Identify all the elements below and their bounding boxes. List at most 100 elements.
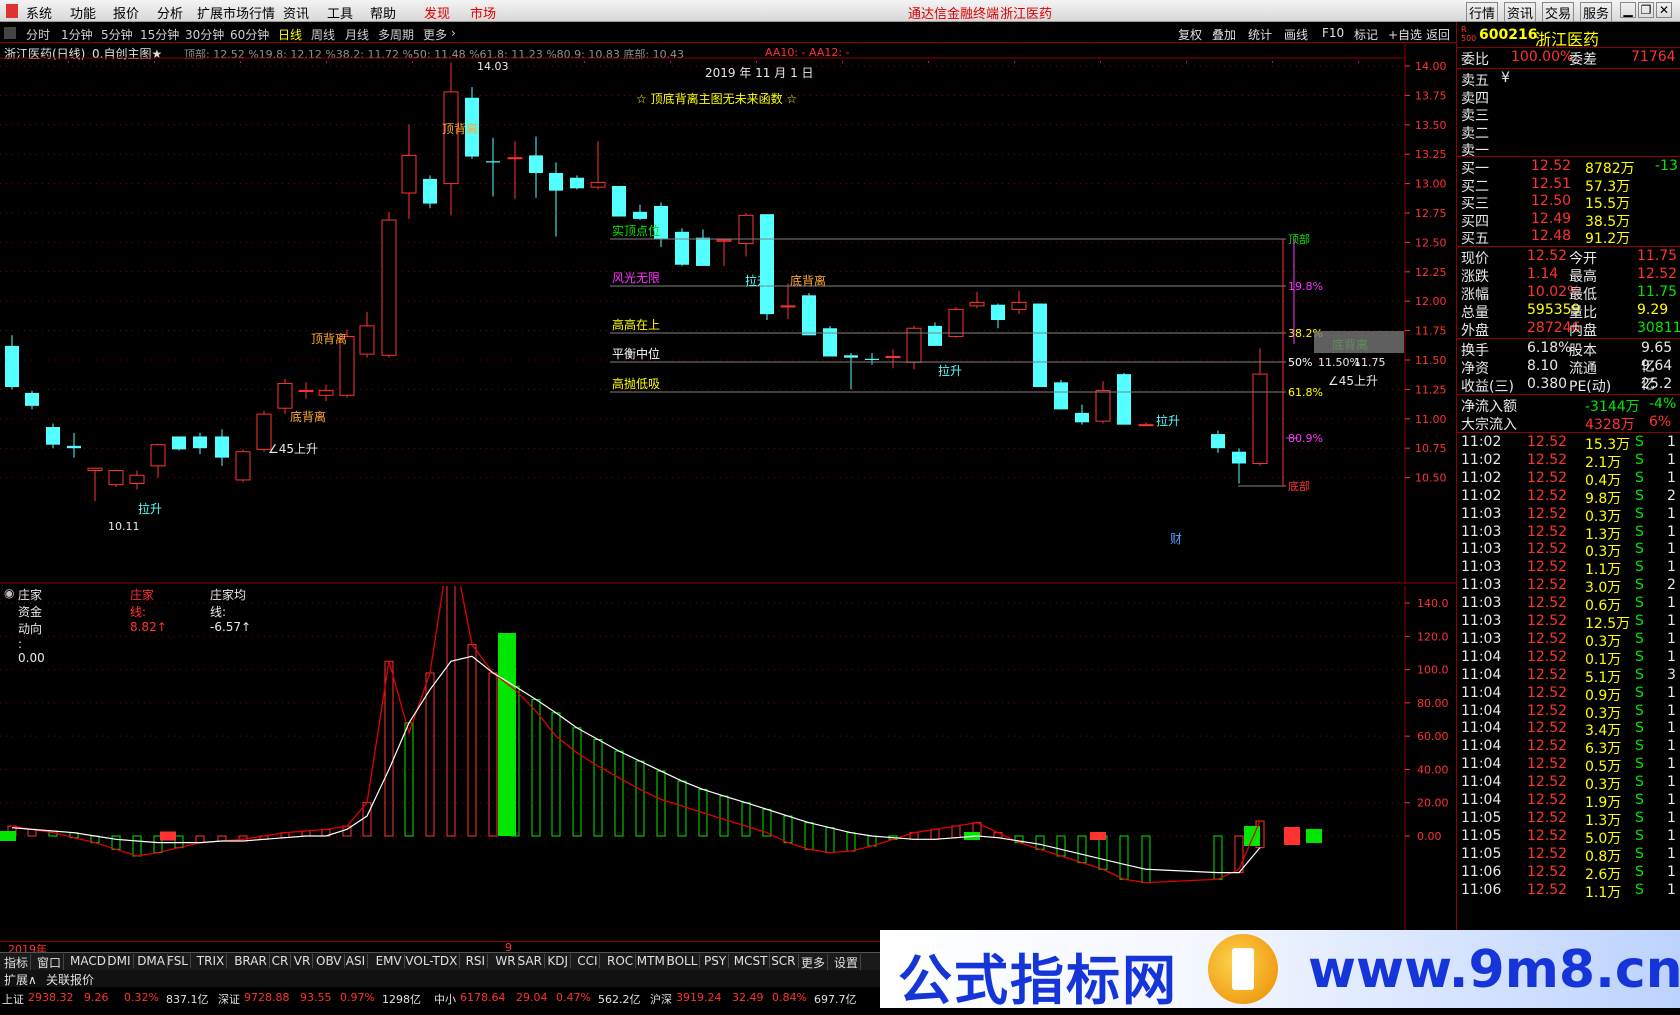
tool-fuquan[interactable]: 复权 xyxy=(1178,26,1202,43)
minimize-icon[interactable]: ▁ xyxy=(1620,2,1636,18)
indicator-tab-21[interactable]: BOLL xyxy=(665,954,701,968)
tick-time: 11:03 xyxy=(1461,541,1502,558)
index-name[interactable]: 深证 xyxy=(218,991,240,1007)
period-tab-more[interactable]: 更多 xyxy=(423,26,447,43)
indicator-tab-0[interactable]: 指标 xyxy=(2,954,32,971)
indicator-tab-4[interactable]: DMA xyxy=(135,954,168,968)
indicator-tab-18[interactable]: CCI xyxy=(575,954,601,968)
bid-price: 12.48 xyxy=(1531,228,1572,244)
tool-draw[interactable]: 画线 xyxy=(1284,26,1308,43)
period-tab-weekly[interactable]: 周线 xyxy=(311,26,335,43)
tool-mark[interactable]: 标记 xyxy=(1354,26,1378,43)
menu-item-news[interactable]: 资讯 xyxy=(283,3,309,22)
indicator-tab-6[interactable]: TRIX xyxy=(195,954,228,968)
close-icon[interactable]: ✕ xyxy=(1656,2,1672,18)
indicator-tab-25[interactable]: 更多 xyxy=(799,954,829,971)
period-tab-15min[interactable]: 15分钟 xyxy=(140,26,179,43)
index-pct: 0.32% xyxy=(124,991,159,1004)
tick-row: 11:05 12.52 5.0万 S 1 xyxy=(1457,828,1680,847)
period-tab-multi[interactable]: 多周期 xyxy=(378,26,414,43)
tick-side: S xyxy=(1635,720,1644,737)
top-btn-market[interactable]: 行情 xyxy=(1466,2,1499,23)
indicator-tab-8[interactable]: CR xyxy=(270,954,292,968)
price-tick-label: 12.25 xyxy=(1415,266,1447,279)
period-tab-daily[interactable]: 日线 xyxy=(278,26,302,43)
tick-count: 1 xyxy=(1667,684,1676,701)
top-btn-trade[interactable]: 交易 xyxy=(1542,2,1575,23)
indicator-tab-7[interactable]: BRAR xyxy=(232,954,270,968)
index-name[interactable]: 中小 xyxy=(434,991,456,1007)
candle-up xyxy=(716,239,732,242)
menu-item-discover[interactable]: 发现 xyxy=(424,3,450,22)
menu-item-system[interactable]: 系统 xyxy=(26,3,52,22)
indicator-tab-1[interactable]: 窗口 xyxy=(35,954,65,971)
quote-value: 11.75 xyxy=(1637,248,1678,264)
period-tab-60min[interactable]: 60分钟 xyxy=(230,26,269,43)
candlestick-chart[interactable]: 14.00 13.75 13.50 13.25 13.00 12.75 12.50 12.25… xyxy=(0,44,1456,584)
indicator-tab-23[interactable]: MCST xyxy=(732,954,771,968)
tab-related-quote[interactable]: 关联报价 xyxy=(46,971,94,988)
menu-item-market[interactable]: 市场 xyxy=(470,3,496,22)
top-btn-news[interactable]: 资讯 xyxy=(1504,2,1537,23)
indicator-tab-22[interactable]: PSY xyxy=(702,954,730,968)
quote-label: 最低 xyxy=(1569,287,1597,303)
menu-item-help[interactable]: 帮助 xyxy=(370,3,396,22)
flow-bar xyxy=(531,699,541,837)
tool-overlay[interactable]: 叠加 xyxy=(1212,26,1236,43)
tick-count: 1 xyxy=(1667,541,1676,558)
menu-item-tools[interactable]: 工具 xyxy=(327,3,353,22)
tool-back[interactable]: 返回 xyxy=(1426,26,1450,43)
top-btn-service[interactable]: 服务 xyxy=(1580,2,1613,23)
indicator-tab-3[interactable]: DMI xyxy=(105,954,134,968)
restore-icon[interactable]: ❐ xyxy=(1638,2,1654,18)
indicator-tab-9[interactable]: VR xyxy=(292,954,314,968)
index-name[interactable]: 上证 xyxy=(2,991,24,1007)
indicator-tab-16[interactable]: SAR xyxy=(516,954,545,968)
quote-label: 股本 xyxy=(1569,343,1597,359)
indicator-tab-13[interactable]: VOL-TDX xyxy=(403,954,461,968)
tick-time: 11:05 xyxy=(1461,827,1502,844)
menu-item-function[interactable]: 功能 xyxy=(70,3,96,22)
tool-stats[interactable]: 统计 xyxy=(1248,26,1272,43)
flow-bar xyxy=(1098,835,1108,870)
more-chevron-icon[interactable]: › xyxy=(451,26,456,40)
indicator-tab-17[interactable]: KDJ xyxy=(545,954,572,968)
indicator-tab-2[interactable]: MACD xyxy=(68,954,109,968)
indicator-tab-19[interactable]: ROC xyxy=(605,954,637,968)
indicator-tab-10[interactable]: OBV xyxy=(314,954,345,968)
tick-row: 11:03 12.52 1.3万 S 1 xyxy=(1457,524,1680,543)
marker-dot xyxy=(1272,61,1273,63)
price-tick-label: 13.00 xyxy=(1415,178,1447,191)
toolbar-toggle-icon[interactable] xyxy=(4,27,16,39)
flow-bar xyxy=(174,835,184,849)
bid-row: 买五 12.48 91.2万 xyxy=(1457,228,1680,247)
period-tab-30min[interactable]: 30分钟 xyxy=(185,26,224,43)
weibi-value: 100.00% xyxy=(1511,49,1574,65)
tick-price: 12.52 xyxy=(1527,595,1568,612)
indicator-tab-5[interactable]: FSL xyxy=(165,954,191,968)
period-tab-1min[interactable]: 1分钟 xyxy=(61,26,93,43)
tick-time: 11:04 xyxy=(1461,684,1502,701)
indicator-tab-11[interactable]: ASI xyxy=(344,954,369,968)
menu-item-quote[interactable]: 报价 xyxy=(113,3,139,22)
ask-row: 卖五 ¥ xyxy=(1457,70,1680,89)
capital-flow-chart[interactable]: 180.0160.0140.0120.0100.080.0060.0040.00… xyxy=(0,586,1456,941)
tool-add-favorite[interactable]: +自选 xyxy=(1388,26,1422,43)
indicator-tab-24[interactable]: SCR xyxy=(769,954,799,968)
marker-dot xyxy=(1186,61,1187,63)
marker-dot xyxy=(412,61,413,63)
tick-count: 1 xyxy=(1667,827,1676,844)
indicator-tab-12[interactable]: EMV xyxy=(374,954,405,968)
menu-item-ext-market[interactable]: 扩展市场行情 xyxy=(197,3,275,22)
index-name[interactable]: 沪深 xyxy=(650,991,672,1007)
period-tab-timeshare[interactable]: 分时 xyxy=(26,26,50,43)
indicator-tab-26[interactable]: 设置 xyxy=(832,954,862,971)
tool-f10[interactable]: F10 xyxy=(1322,26,1344,40)
menu-item-analysis[interactable]: 分析 xyxy=(157,3,183,22)
tab-extend[interactable]: 扩展∧ xyxy=(4,971,37,988)
indicator-tab-14[interactable]: RSI xyxy=(464,954,489,968)
bid-price: 12.50 xyxy=(1531,193,1572,209)
indicator-tab-20[interactable]: MTM xyxy=(635,954,668,968)
period-tab-5min[interactable]: 5分钟 xyxy=(101,26,133,43)
period-tab-monthly[interactable]: 月线 xyxy=(345,26,369,43)
